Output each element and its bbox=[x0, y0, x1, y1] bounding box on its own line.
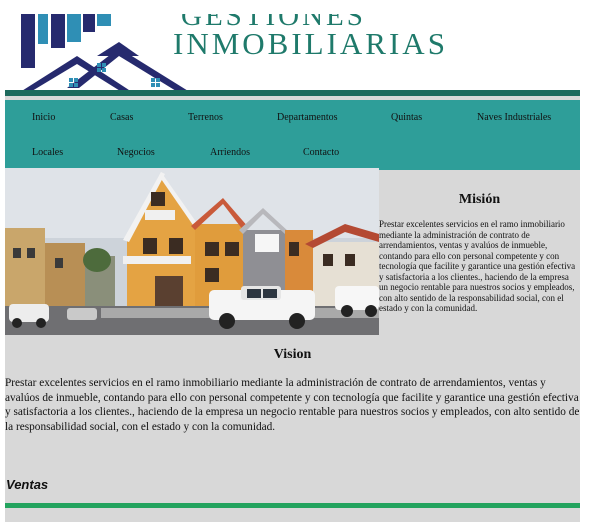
nav-item-quintas[interactable]: Quintas bbox=[391, 112, 422, 123]
ventas-heading: Ventas bbox=[6, 477, 49, 492]
nav-item-locales[interactable]: Locales bbox=[32, 147, 63, 158]
nav-item-inicio[interactable]: Inicio bbox=[32, 112, 55, 123]
site-header: GESTIONES INMOBILIARIAS bbox=[5, 14, 580, 90]
vision-heading: Vision bbox=[273, 347, 312, 362]
page: GESTIONES INMOBILIARIAS Inicio Casas Ter… bbox=[5, 14, 580, 522]
nav-item-negocios[interactable]: Negocios bbox=[117, 147, 155, 158]
nav-item-naves-industriales[interactable]: Naves Industriales bbox=[477, 112, 551, 123]
nav-item-arriendos[interactable]: Arriendos bbox=[210, 147, 250, 158]
nav-item-casas[interactable]: Casas bbox=[110, 112, 133, 123]
nav-item-terrenos[interactable]: Terrenos bbox=[188, 112, 223, 123]
brand-name: INMOBILIARIAS bbox=[173, 26, 448, 61]
mision-text: Prestar excelentes servicios en el ramo … bbox=[379, 219, 576, 313]
vision-text: Prestar excelentes servicios en el ramo … bbox=[5, 377, 580, 433]
nav-item-contacto[interactable]: Contacto bbox=[303, 147, 339, 158]
section-divider bbox=[5, 503, 580, 508]
nav-item-departamentos[interactable]: Departamentos bbox=[277, 112, 338, 123]
main-nav: Inicio Casas Terrenos Departamentos Quin… bbox=[5, 100, 580, 170]
mision-heading: Misión bbox=[458, 192, 501, 207]
header-divider bbox=[5, 90, 580, 96]
property-photo bbox=[5, 168, 379, 335]
